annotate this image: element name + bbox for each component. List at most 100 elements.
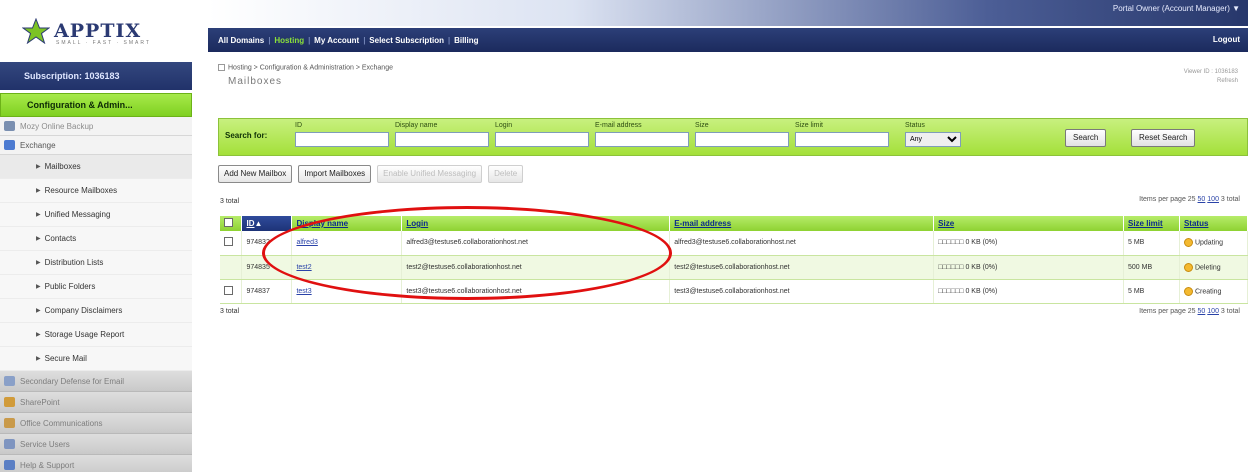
table-header-row: ID▲ Display name Login E-mail address Si… [220,216,1248,231]
sidebar-item-label: Company Disclaimers [44,306,123,315]
size-limit-input[interactable] [795,132,889,147]
nav-all-domains[interactable]: All Domains [218,36,264,45]
sidebar-item-label: Secure Mail [44,354,87,363]
table-row[interactable]: 974835 test2 test2@testuse6.collaboratio… [220,255,1248,280]
status-text: Creating [1194,287,1222,295]
sidebar-item-secondary-defense[interactable]: Secondary Defense for Email [0,371,192,392]
id-input[interactable] [295,132,389,147]
email-cell: test3@testuse6.collaborationhost.net [669,279,935,304]
nav-separator: | [268,35,271,45]
size-limit-cell: 5 MB [1123,231,1180,256]
sidebar-item-service-users[interactable]: Service Users [0,434,192,455]
sidebar-item-distribution-lists[interactable]: ▶ Distribution Lists [0,251,192,275]
search-label: Search for: [225,131,268,140]
login-input[interactable] [495,132,589,147]
search-field-label: Status [905,122,925,129]
column-header-email[interactable]: E-mail address [669,216,935,231]
sidebar-item-contacts[interactable]: ▶ Contacts [0,227,192,251]
page-size-50[interactable]: 50 [1198,196,1206,203]
delete-button[interactable]: Delete [488,165,524,183]
search-field-label: E-mail address [595,122,642,129]
column-header-size[interactable]: Size [933,216,1124,231]
sidebar-item-resource-mailboxes[interactable]: ▶ Resource Mailboxes [0,179,192,203]
display-name-link[interactable]: test3 [296,288,311,295]
enable-unified-messaging-button[interactable]: Enable Unified Messaging [377,165,483,183]
breadcrumb[interactable]: Hosting > Configuration & Administration… [218,64,393,71]
nav-my-account[interactable]: My Account [314,36,359,45]
search-field-label: Size limit [795,122,824,129]
size-input[interactable] [695,132,789,147]
up-level-icon[interactable] [218,64,225,71]
sharepoint-icon [4,397,15,407]
nav-hosting[interactable]: Hosting [274,36,304,45]
paging-controls: Items per page 25 50 100 3 total [1139,196,1240,203]
logout-link[interactable]: Logout [1213,35,1240,44]
id-cell: 974832 [241,231,293,256]
right-info: Viewer ID : 1036183 Refresh [1184,68,1238,86]
refresh-link[interactable]: Refresh [1184,77,1238,86]
apptix-logo[interactable]: APPTIX SMALL · FAST · SMART [22,18,182,46]
search-field-label: ID [295,122,302,129]
display-name-input[interactable] [395,132,489,147]
column-header-size-limit[interactable]: Size limit [1123,216,1180,231]
table-row[interactable]: 974832 alfred3 alfred3@testuse6.collabor… [220,231,1248,256]
search-panel: Search for: ID Display name Login E-mail… [218,118,1248,156]
communications-icon [4,418,15,428]
column-label: Size [938,219,955,228]
subscription-header[interactable]: Subscription: 1036183 [0,62,192,90]
sidebar-item-label: Service Users [20,439,70,449]
row-checkbox[interactable] [224,285,233,295]
sidebar-item-company-disclaimers[interactable]: ▶ Company Disclaimers [0,299,192,323]
sidebar: Subscription: 1036183 Configuration & Ad… [0,62,192,472]
sidebar-item-secure-mail[interactable]: ▶ Secure Mail [0,347,192,371]
page-size-50[interactable]: 50 [1198,308,1206,315]
column-header-login[interactable]: Login [401,216,671,231]
add-new-mailbox-button[interactable]: Add New Mailbox [218,165,293,183]
size-limit-cell: 500 MB [1123,255,1180,280]
sidebar-item-office-communications[interactable]: Office Communications [0,413,192,434]
status-icon [1183,238,1193,248]
email-input[interactable] [595,132,689,147]
page-size-100[interactable]: 100 [1207,196,1219,203]
page-size-100[interactable]: 100 [1207,308,1219,315]
status-select[interactable]: Any [905,132,961,147]
select-all-checkbox[interactable] [224,218,233,227]
users-icon [4,439,15,449]
column-header-id[interactable]: ID▲ [241,216,293,231]
sidebar-item-public-folders[interactable]: ▶ Public Folders [0,275,192,299]
search-field-display-name: Display name [395,122,489,147]
nav-billing[interactable]: Billing [454,36,478,45]
table-row[interactable]: 974837 test3 test3@testuse6.collaboratio… [220,279,1248,304]
arrow-icon: ▶ [36,332,41,338]
column-label: Size limit [1128,219,1163,228]
row-checkbox[interactable] [224,237,233,247]
column-header-display-name[interactable]: Display name [291,216,403,231]
config-admin-header[interactable]: Configuration & Admin... [0,93,192,117]
sidebar-item-unified-messaging[interactable]: ▶ Unified Messaging [0,203,192,227]
sidebar-item-help-support[interactable]: Help & Support [0,455,192,472]
reset-search-button[interactable]: Reset Search [1131,129,1196,147]
nav-separator: | [308,35,311,45]
sidebar-item-mozy[interactable]: Mozy Online Backup [0,117,192,136]
viewer-id: Viewer ID : 1036183 [1183,69,1238,75]
search-field-label: Size [695,122,709,129]
arrow-icon: ▶ [36,284,41,290]
display-name-link[interactable]: alfred3 [296,239,317,246]
column-header-status[interactable]: Status [1179,216,1248,231]
status-text: Updating [1194,239,1223,247]
user-account-menu[interactable]: Portal Owner (Account Manager) ▼ [1113,4,1240,13]
nav-select-subscription[interactable]: Select Subscription [369,36,444,45]
sidebar-item-storage-usage-report[interactable]: ▶ Storage Usage Report [0,323,192,347]
login-cell: test2@testuse6.collaborationhost.net [401,255,671,280]
import-mailboxes-button[interactable]: Import Mailboxes [298,165,372,183]
sidebar-item-exchange[interactable]: Exchange [0,136,192,155]
sidebar-item-mailboxes[interactable]: ▶ Mailboxes [0,155,192,179]
sidebar-item-label: SharePoint [20,397,60,407]
search-button[interactable]: Search [1065,129,1107,147]
paging-total: 3 total [1220,308,1240,315]
sidebar-item-sharepoint[interactable]: SharePoint [0,392,192,413]
sort-arrow-icon: ▲ [254,219,263,228]
display-name-link[interactable]: test2 [296,264,311,271]
id-cell: 974837 [241,279,293,304]
paging-prefix: Items per page 25 [1139,196,1196,203]
